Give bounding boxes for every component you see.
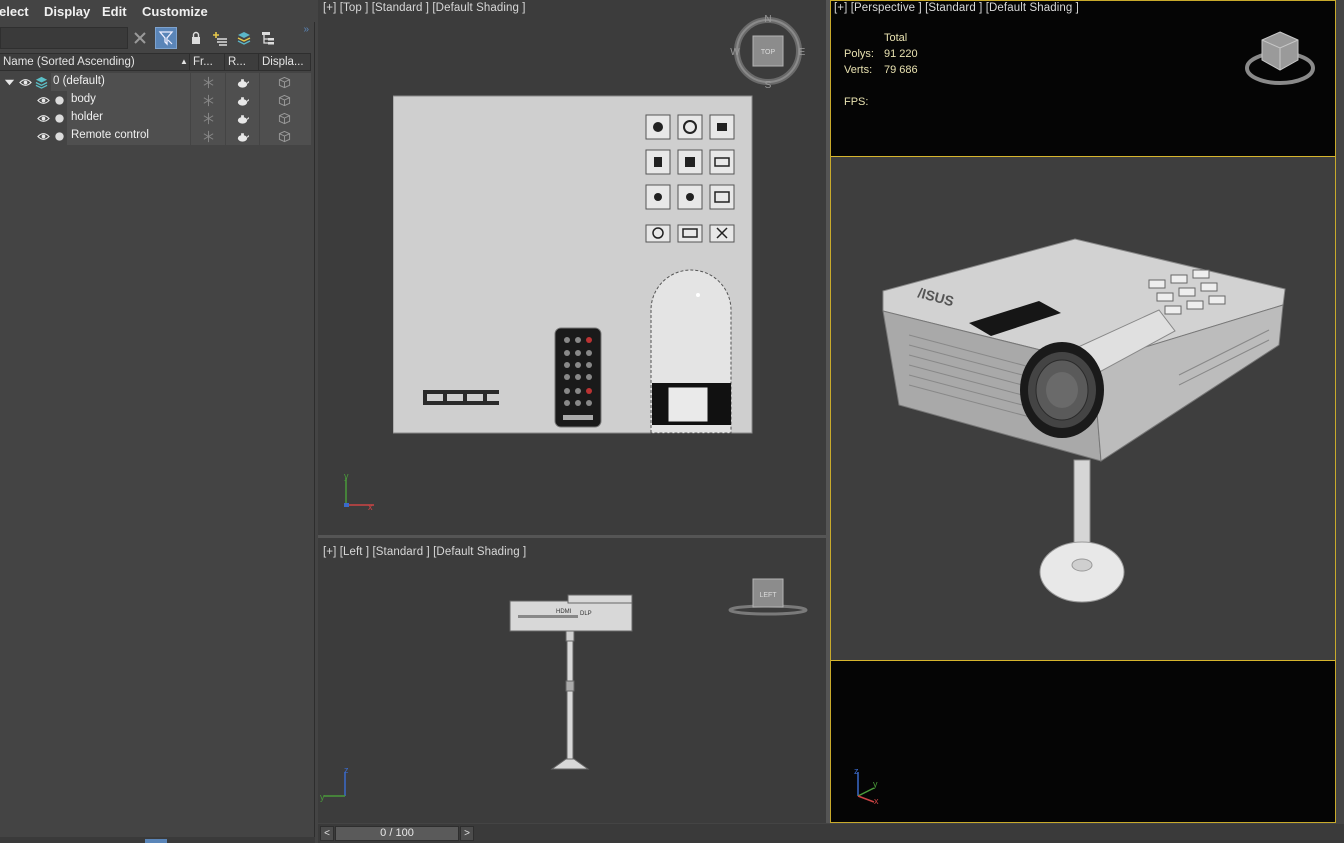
filter-button[interactable] xyxy=(155,27,177,49)
collapse-arrow-icon[interactable] xyxy=(2,75,16,89)
viewport-label[interactable]: [+] [Top ] [Standard ] [Default Shading … xyxy=(323,2,526,14)
layer-label: 0 (default) xyxy=(53,75,105,87)
object-dot-icon xyxy=(52,111,66,125)
sort-ascending-icon: ▲ xyxy=(180,57,188,66)
teapot-icon[interactable] xyxy=(235,93,249,107)
viewport-label[interactable]: [+] [Perspective ] [Standard ] [Default … xyxy=(834,2,1079,14)
lock-button[interactable] xyxy=(185,27,207,49)
teapot-icon[interactable] xyxy=(235,129,249,143)
layers-button[interactable] xyxy=(233,27,255,49)
object-label: holder xyxy=(71,111,103,123)
add-layer-icon xyxy=(213,32,227,46)
axis-tripod: z y x xyxy=(854,766,879,806)
box-icon[interactable] xyxy=(277,75,291,89)
axis-y-label: y xyxy=(344,471,349,481)
viewport-top[interactable]: [+] [Top ] [Standard ] [Default Shading … xyxy=(318,0,826,535)
compass-e: E xyxy=(799,47,806,58)
axis-x-label: x xyxy=(874,796,879,806)
eye-icon[interactable] xyxy=(36,111,50,125)
hierarchy-button[interactable] xyxy=(257,27,279,49)
axis-z-label: z xyxy=(344,766,349,775)
eye-icon[interactable] xyxy=(18,75,32,89)
timeline-track[interactable] xyxy=(478,826,1342,841)
add-layer-button[interactable] xyxy=(209,27,231,49)
time-slider[interactable]: 0 / 100 xyxy=(335,826,459,841)
axis-tripod: z y xyxy=(320,766,349,802)
object-dot-icon xyxy=(52,129,66,143)
search-input[interactable] xyxy=(0,27,128,49)
column-renderable[interactable]: R... xyxy=(225,54,259,71)
compass-n: N xyxy=(764,14,771,25)
status-strip xyxy=(0,837,315,843)
menu-display[interactable]: Display xyxy=(44,4,90,19)
time-slider-bar: < 0 / 100 > xyxy=(318,824,1344,843)
hierarchy-icon xyxy=(262,32,274,45)
viewcube-face-label: TOP xyxy=(761,49,776,56)
box-icon[interactable] xyxy=(277,93,291,107)
compass-s: S xyxy=(765,80,772,91)
clear-search-button[interactable] xyxy=(129,27,151,49)
box-icon[interactable] xyxy=(277,111,291,125)
column-display[interactable]: Displa... xyxy=(259,54,311,71)
axis-y-label: y xyxy=(873,779,878,789)
menu-bar: elect Display Edit Customize xyxy=(0,0,315,22)
verts-value: 79 686 xyxy=(884,64,918,76)
axis-x-label: x xyxy=(368,502,373,512)
viewport-perspective[interactable]: [+] [Perspective ] [Standard ] [Default … xyxy=(830,0,1336,823)
svg-text:DLP: DLP xyxy=(580,611,592,617)
object-dot-icon xyxy=(52,93,66,107)
snowflake-icon[interactable] xyxy=(201,75,215,89)
column-name[interactable]: Name (Sorted Ascending) xyxy=(0,54,190,71)
viewport-label[interactable]: [+] [Left ] [Standard ] [Default Shading… xyxy=(323,546,526,558)
viewcube-perspective[interactable] xyxy=(1242,26,1317,90)
tree-row-layer[interactable]: 0 (default) xyxy=(0,73,311,91)
menu-customize[interactable]: Customize xyxy=(142,4,208,19)
expand-panel-icon[interactable]: » xyxy=(303,24,309,35)
polys-label: Polys: xyxy=(844,48,874,60)
perspective-render-area[interactable]: /ISUS xyxy=(830,156,1336,661)
axis-y-label: y xyxy=(320,792,325,802)
tree-row-object[interactable]: body xyxy=(0,91,311,109)
menu-edit[interactable]: Edit xyxy=(102,4,127,19)
projector-side-view[interactable]: HDMI DLP xyxy=(508,593,638,773)
column-frozen[interactable]: Fr... xyxy=(190,54,225,71)
layer-stack-icon xyxy=(34,75,48,89)
snowflake-icon[interactable] xyxy=(201,111,215,125)
stats-header: Total xyxy=(884,32,908,44)
object-label: body xyxy=(71,93,96,105)
viewcube-compass[interactable]: TOP N S E W xyxy=(728,10,808,92)
column-header: Name (Sorted Ascending) ▲ Fr... R... Dis… xyxy=(0,53,311,71)
next-frame-button[interactable]: > xyxy=(460,826,474,841)
axis-tripod: y x xyxy=(344,471,374,512)
tree-row-object[interactable]: holder xyxy=(0,109,311,127)
compass-w: W xyxy=(730,47,740,58)
snowflake-icon[interactable] xyxy=(201,129,215,143)
eye-icon[interactable] xyxy=(36,93,50,107)
previous-frame-button[interactable]: < xyxy=(320,826,334,841)
projector-top-view[interactable] xyxy=(393,95,753,435)
fps-label: FPS: xyxy=(844,96,869,108)
box-icon[interactable] xyxy=(277,129,291,143)
svg-text:HDMI: HDMI xyxy=(556,609,572,615)
snowflake-icon[interactable] xyxy=(201,93,215,107)
object-label: Remote control xyxy=(71,129,149,141)
viewcube-face-label: LEFT xyxy=(759,592,777,599)
viewport-left[interactable]: [+] [Left ] [Standard ] [Default Shading… xyxy=(318,538,826,823)
teapot-icon[interactable] xyxy=(235,111,249,125)
tree-row-object[interactable]: Remote control xyxy=(0,127,311,145)
projector-perspective-render[interactable]: /ISUS xyxy=(879,235,1289,607)
axis-z-label: z xyxy=(854,766,859,776)
eye-icon[interactable] xyxy=(36,129,50,143)
viewcube-left[interactable]: LEFT xyxy=(728,576,808,618)
menu-select[interactable]: elect xyxy=(0,4,29,19)
scene-explorer: elect Display Edit Customize » Name (Sor… xyxy=(0,0,315,843)
lock-icon xyxy=(192,31,200,44)
close-icon xyxy=(134,32,146,44)
polys-value: 91 220 xyxy=(884,48,918,60)
explorer-toolbar: » xyxy=(0,24,315,52)
teapot-icon[interactable] xyxy=(235,75,249,89)
verts-label: Verts: xyxy=(844,64,873,76)
filter-icon xyxy=(158,31,174,46)
layers-icon xyxy=(237,32,251,45)
